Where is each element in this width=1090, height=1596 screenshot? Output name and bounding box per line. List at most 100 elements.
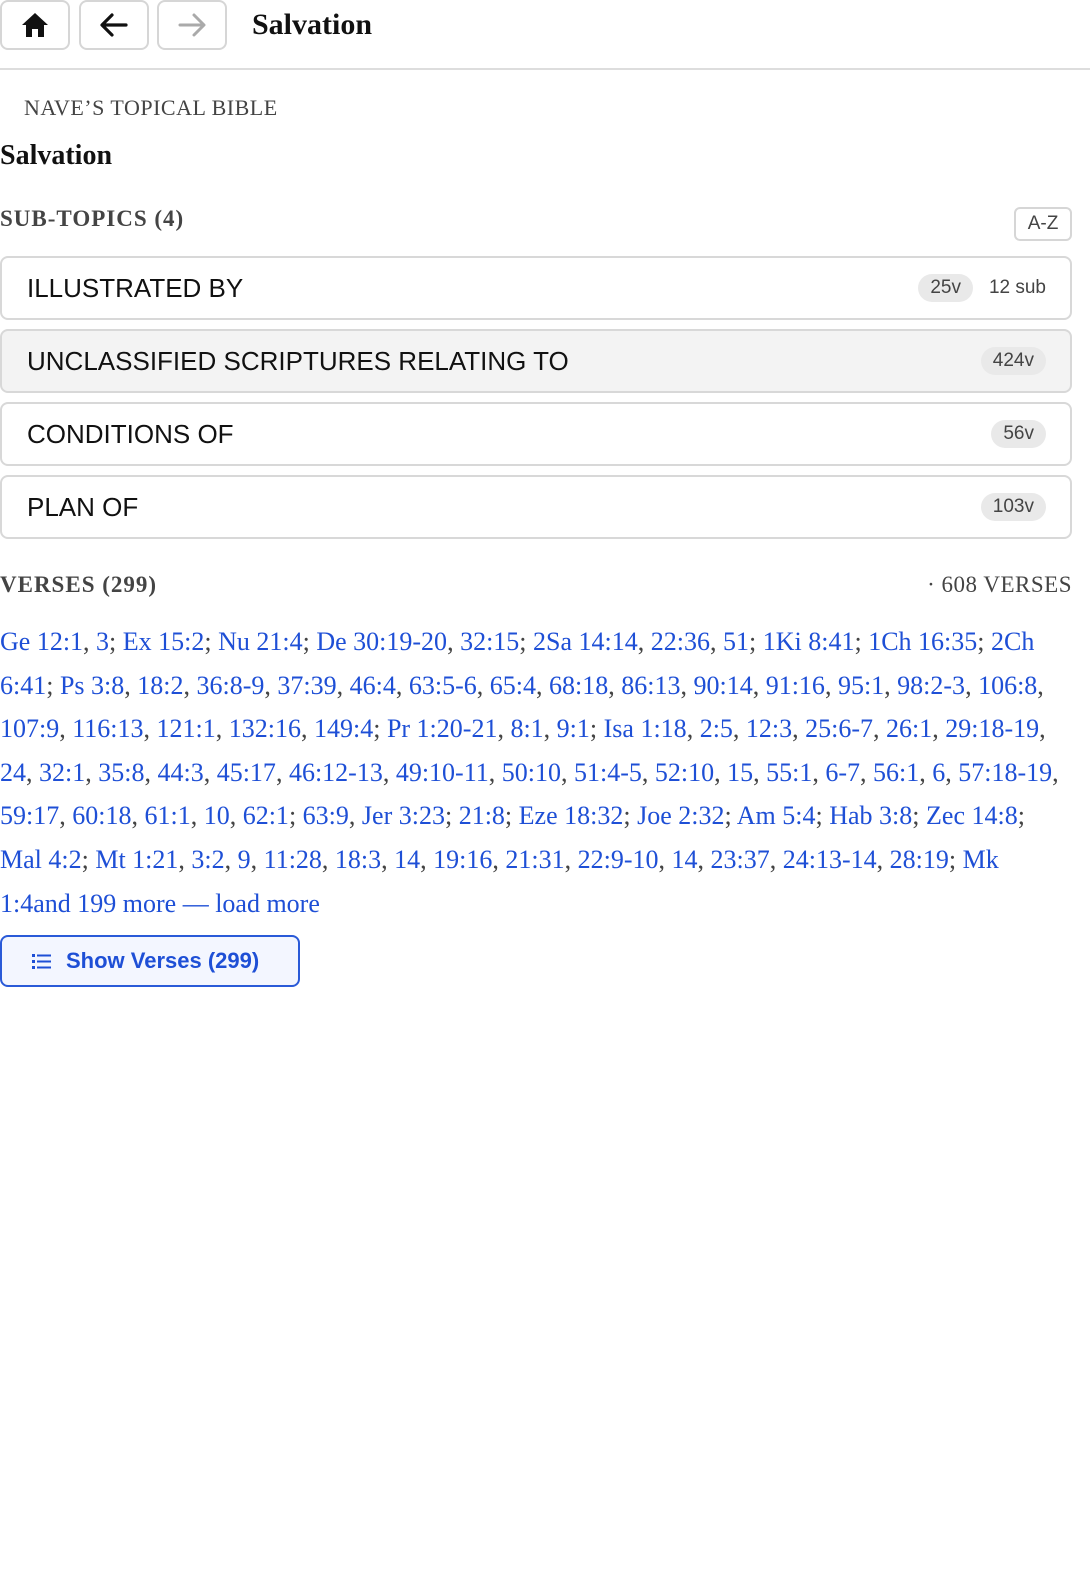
verse-link[interactable]: 3:2	[191, 845, 224, 874]
verse-link[interactable]: 37:39	[277, 671, 336, 700]
verse-link[interactable]: 32:15	[460, 627, 519, 656]
verse-link[interactable]: Pr 1:20-21	[387, 714, 498, 743]
verse-link[interactable]: 6	[932, 758, 945, 787]
verse-link[interactable]: 14	[672, 845, 698, 874]
verse-link[interactable]: 21:8	[459, 801, 505, 830]
verse-link[interactable]: 116:13	[72, 714, 143, 743]
subtopic-illustrated-by[interactable]: ILLUSTRATED BY 25v 12 sub	[0, 256, 1072, 320]
verse-link[interactable]: 132:16	[229, 714, 301, 743]
verse-link[interactable]: 21:31	[505, 845, 564, 874]
verse-link[interactable]: Isa 1:18	[604, 714, 687, 743]
verse-link[interactable]: 9	[238, 845, 251, 874]
verse-link[interactable]: 24:13-14	[783, 845, 877, 874]
verse-link[interactable]: 22:9-10	[578, 845, 659, 874]
verse-link[interactable]: 61:1	[144, 801, 190, 830]
load-more-link[interactable]: and 199 more — load more	[33, 889, 320, 918]
verse-link[interactable]: 63:5-6	[409, 671, 477, 700]
separator: ,	[876, 844, 890, 874]
subtopic-conditions-of[interactable]: CONDITIONS OF 56v	[0, 402, 1072, 466]
verse-link[interactable]: Jer 3:23	[362, 801, 445, 830]
verse-link[interactable]: 121:1	[157, 714, 216, 743]
verse-link[interactable]: 59:17	[0, 801, 59, 830]
verse-link[interactable]: 44:3	[157, 758, 203, 787]
subtopic-unclassified-scriptures[interactable]: UNCLASSIFIED SCRIPTURES RELATING TO 424v	[0, 329, 1072, 393]
separator: ,	[85, 757, 99, 787]
show-verses-button[interactable]: Show Verses (299)	[0, 935, 300, 987]
verse-link[interactable]: 2Sa 14:14	[533, 627, 638, 656]
verse-link[interactable]: 46:4	[350, 671, 396, 700]
verse-link[interactable]: 29:18-19	[945, 714, 1039, 743]
verse-link[interactable]: De 30:19-20	[316, 627, 447, 656]
verse-link[interactable]: 51:4-5	[574, 758, 642, 787]
verse-link[interactable]: 12:3	[746, 714, 792, 743]
sort-az-button[interactable]: A-Z	[1014, 207, 1072, 241]
verse-link[interactable]: 90:14	[693, 671, 752, 700]
verse-link[interactable]: 22:36	[651, 627, 710, 656]
verse-link[interactable]: 25:6-7	[805, 714, 873, 743]
verse-link[interactable]: 2:5	[700, 714, 733, 743]
verse-link[interactable]: 51	[723, 627, 749, 656]
verse-link[interactable]: 28:19	[890, 845, 949, 874]
verse-link[interactable]: 60:18	[72, 801, 131, 830]
verse-link[interactable]: Zec 14:8	[926, 801, 1018, 830]
forward-button[interactable]	[157, 0, 227, 50]
separator: ,	[697, 844, 711, 874]
verse-link[interactable]: 91:16	[766, 671, 825, 700]
verse-link[interactable]: 50:10	[502, 758, 561, 787]
verse-link[interactable]: 62:1	[243, 801, 289, 830]
subtopic-plan-of[interactable]: PLAN OF 103v	[0, 475, 1072, 539]
verse-link[interactable]: 26:1	[886, 714, 932, 743]
verse-link[interactable]: Eze 18:32	[519, 801, 624, 830]
verse-link[interactable]: 86:13	[621, 671, 680, 700]
separator: ,	[932, 714, 946, 744]
verse-link[interactable]: Am 5:4	[737, 801, 816, 830]
verse-link[interactable]: 18:2	[137, 671, 183, 700]
verse-link[interactable]: 107:9	[0, 714, 59, 743]
verse-link[interactable]: 32:1	[39, 758, 85, 787]
verse-link[interactable]: 56:1	[873, 758, 919, 787]
verse-link[interactable]: 6-7	[825, 758, 860, 787]
verse-link[interactable]: 23:37	[711, 845, 770, 874]
separator: ,	[321, 844, 335, 874]
separator: ;	[109, 627, 123, 656]
verse-link[interactable]: 65:4	[490, 671, 536, 700]
verse-link[interactable]: 57:18-19	[958, 758, 1052, 787]
separator: ,	[945, 757, 959, 787]
verse-link[interactable]: Joe 2:32	[637, 801, 724, 830]
verse-link[interactable]: 49:10-11	[396, 758, 489, 787]
verse-link[interactable]: 15	[727, 758, 753, 787]
verse-link[interactable]: 63:9	[303, 801, 349, 830]
verse-link[interactable]: 55:1	[766, 758, 812, 787]
verse-link[interactable]: 36:8-9	[197, 671, 265, 700]
verse-link[interactable]: 35:8	[98, 758, 144, 787]
verse-link[interactable]: 1Ch 16:35	[868, 627, 977, 656]
verse-link[interactable]: 149:4	[314, 714, 373, 743]
verse-link[interactable]: 3	[96, 627, 109, 656]
verse-link[interactable]: Ge 12:1	[0, 627, 83, 656]
back-button[interactable]	[79, 0, 149, 50]
verse-link[interactable]: 18:3	[335, 845, 381, 874]
verse-link[interactable]: 11:28	[264, 845, 322, 874]
verse-link[interactable]: 68:18	[549, 671, 608, 700]
home-button[interactable]	[0, 0, 70, 50]
verse-link[interactable]: 46:12-13	[289, 758, 383, 787]
verse-link[interactable]: 14	[394, 845, 420, 874]
verse-link[interactable]: Ps 3:8	[60, 671, 124, 700]
verse-link[interactable]: Mt 1:21	[95, 845, 178, 874]
verse-link[interactable]: Nu 21:4	[218, 627, 303, 656]
verse-link[interactable]: Mal 4:2	[0, 845, 82, 874]
verse-link[interactable]: 52:10	[655, 758, 714, 787]
verse-link[interactable]: 1Ki 8:41	[763, 627, 855, 656]
verse-link[interactable]: 9:1	[557, 714, 590, 743]
verse-link[interactable]: 106:8	[978, 671, 1037, 700]
verse-link[interactable]: 19:16	[433, 845, 492, 874]
verse-link[interactable]: Hab 3:8	[829, 801, 912, 830]
verse-link[interactable]: 24	[0, 758, 26, 787]
verse-link[interactable]: 10	[204, 801, 230, 830]
verse-link[interactable]: 45:17	[217, 758, 276, 787]
verse-link[interactable]: 95:1	[838, 671, 884, 700]
verse-link[interactable]: 8:1	[510, 714, 543, 743]
separator: ,	[812, 757, 826, 787]
verse-link[interactable]: Ex 15:2	[123, 627, 205, 656]
verse-link[interactable]: 98:2-3	[897, 671, 965, 700]
